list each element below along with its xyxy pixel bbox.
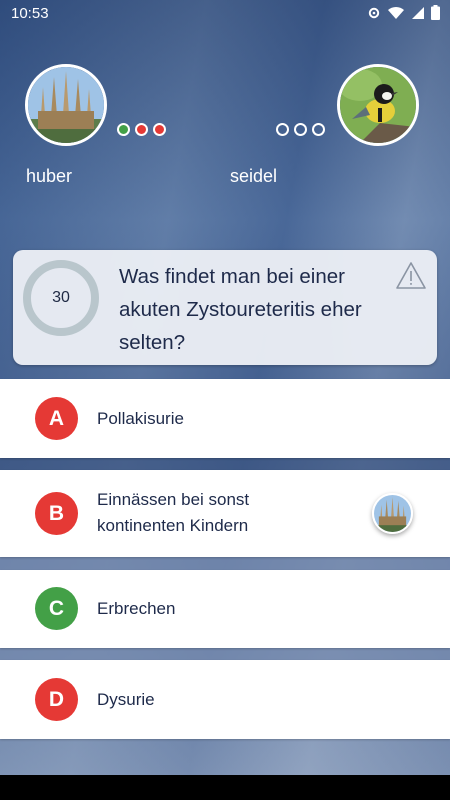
cathedral-photo [28, 67, 104, 143]
player-avatar-left[interactable] [25, 64, 107, 146]
result-wrong-dot [135, 123, 148, 136]
answer-option-a[interactable]: A Pollakisurie [0, 379, 450, 458]
player-name-right: seidel [230, 166, 278, 186]
answer-text-c: Erbrechen [97, 599, 176, 618]
timer-value: 30 [52, 289, 70, 306]
answer-text-d: Dysurie [97, 690, 155, 709]
warning-triangle-icon[interactable] [395, 260, 427, 292]
player-right-results [276, 123, 325, 136]
background-strip [0, 648, 450, 660]
result-correct-dot [117, 123, 130, 136]
bird-photo [340, 67, 416, 143]
background-strip [0, 557, 450, 570]
opponent-choice-avatar [372, 493, 413, 534]
battery-icon [431, 5, 440, 20]
result-pending-dot [294, 123, 307, 136]
question-card: 30 Was findet man bei einer akuten Zysto… [13, 250, 437, 365]
settings-icon [368, 7, 380, 18]
status-time: 10:53 [11, 5, 49, 22]
player-name-left: huber [26, 166, 73, 186]
answer-text-b: Einnässen bei sonst kontinenten Kindern [97, 490, 250, 535]
player-avatar-right[interactable] [337, 64, 419, 146]
signal-icon [412, 6, 424, 19]
cathedral-photo [374, 495, 411, 532]
player-left-results [117, 123, 166, 136]
result-pending-dot [312, 123, 325, 136]
answer-letter-a: A [35, 397, 78, 440]
answer-option-c[interactable]: C Erbrechen [0, 570, 450, 648]
answer-text-a: Pollakisurie [97, 409, 184, 428]
answer-option-d[interactable]: D Dysurie [0, 660, 450, 739]
wifi-icon [388, 6, 404, 19]
answer-letter-b: B [35, 492, 78, 535]
navigation-bar [0, 775, 450, 800]
answer-letter-d: D [35, 678, 78, 721]
result-wrong-dot [153, 123, 166, 136]
answer-letter-c: C [35, 587, 78, 630]
result-pending-dot [276, 123, 289, 136]
question-text: Was findet man bei einer akuten Zystoure… [119, 265, 362, 354]
status-bar: 10:53 [0, 0, 450, 28]
background-strip [0, 458, 450, 470]
